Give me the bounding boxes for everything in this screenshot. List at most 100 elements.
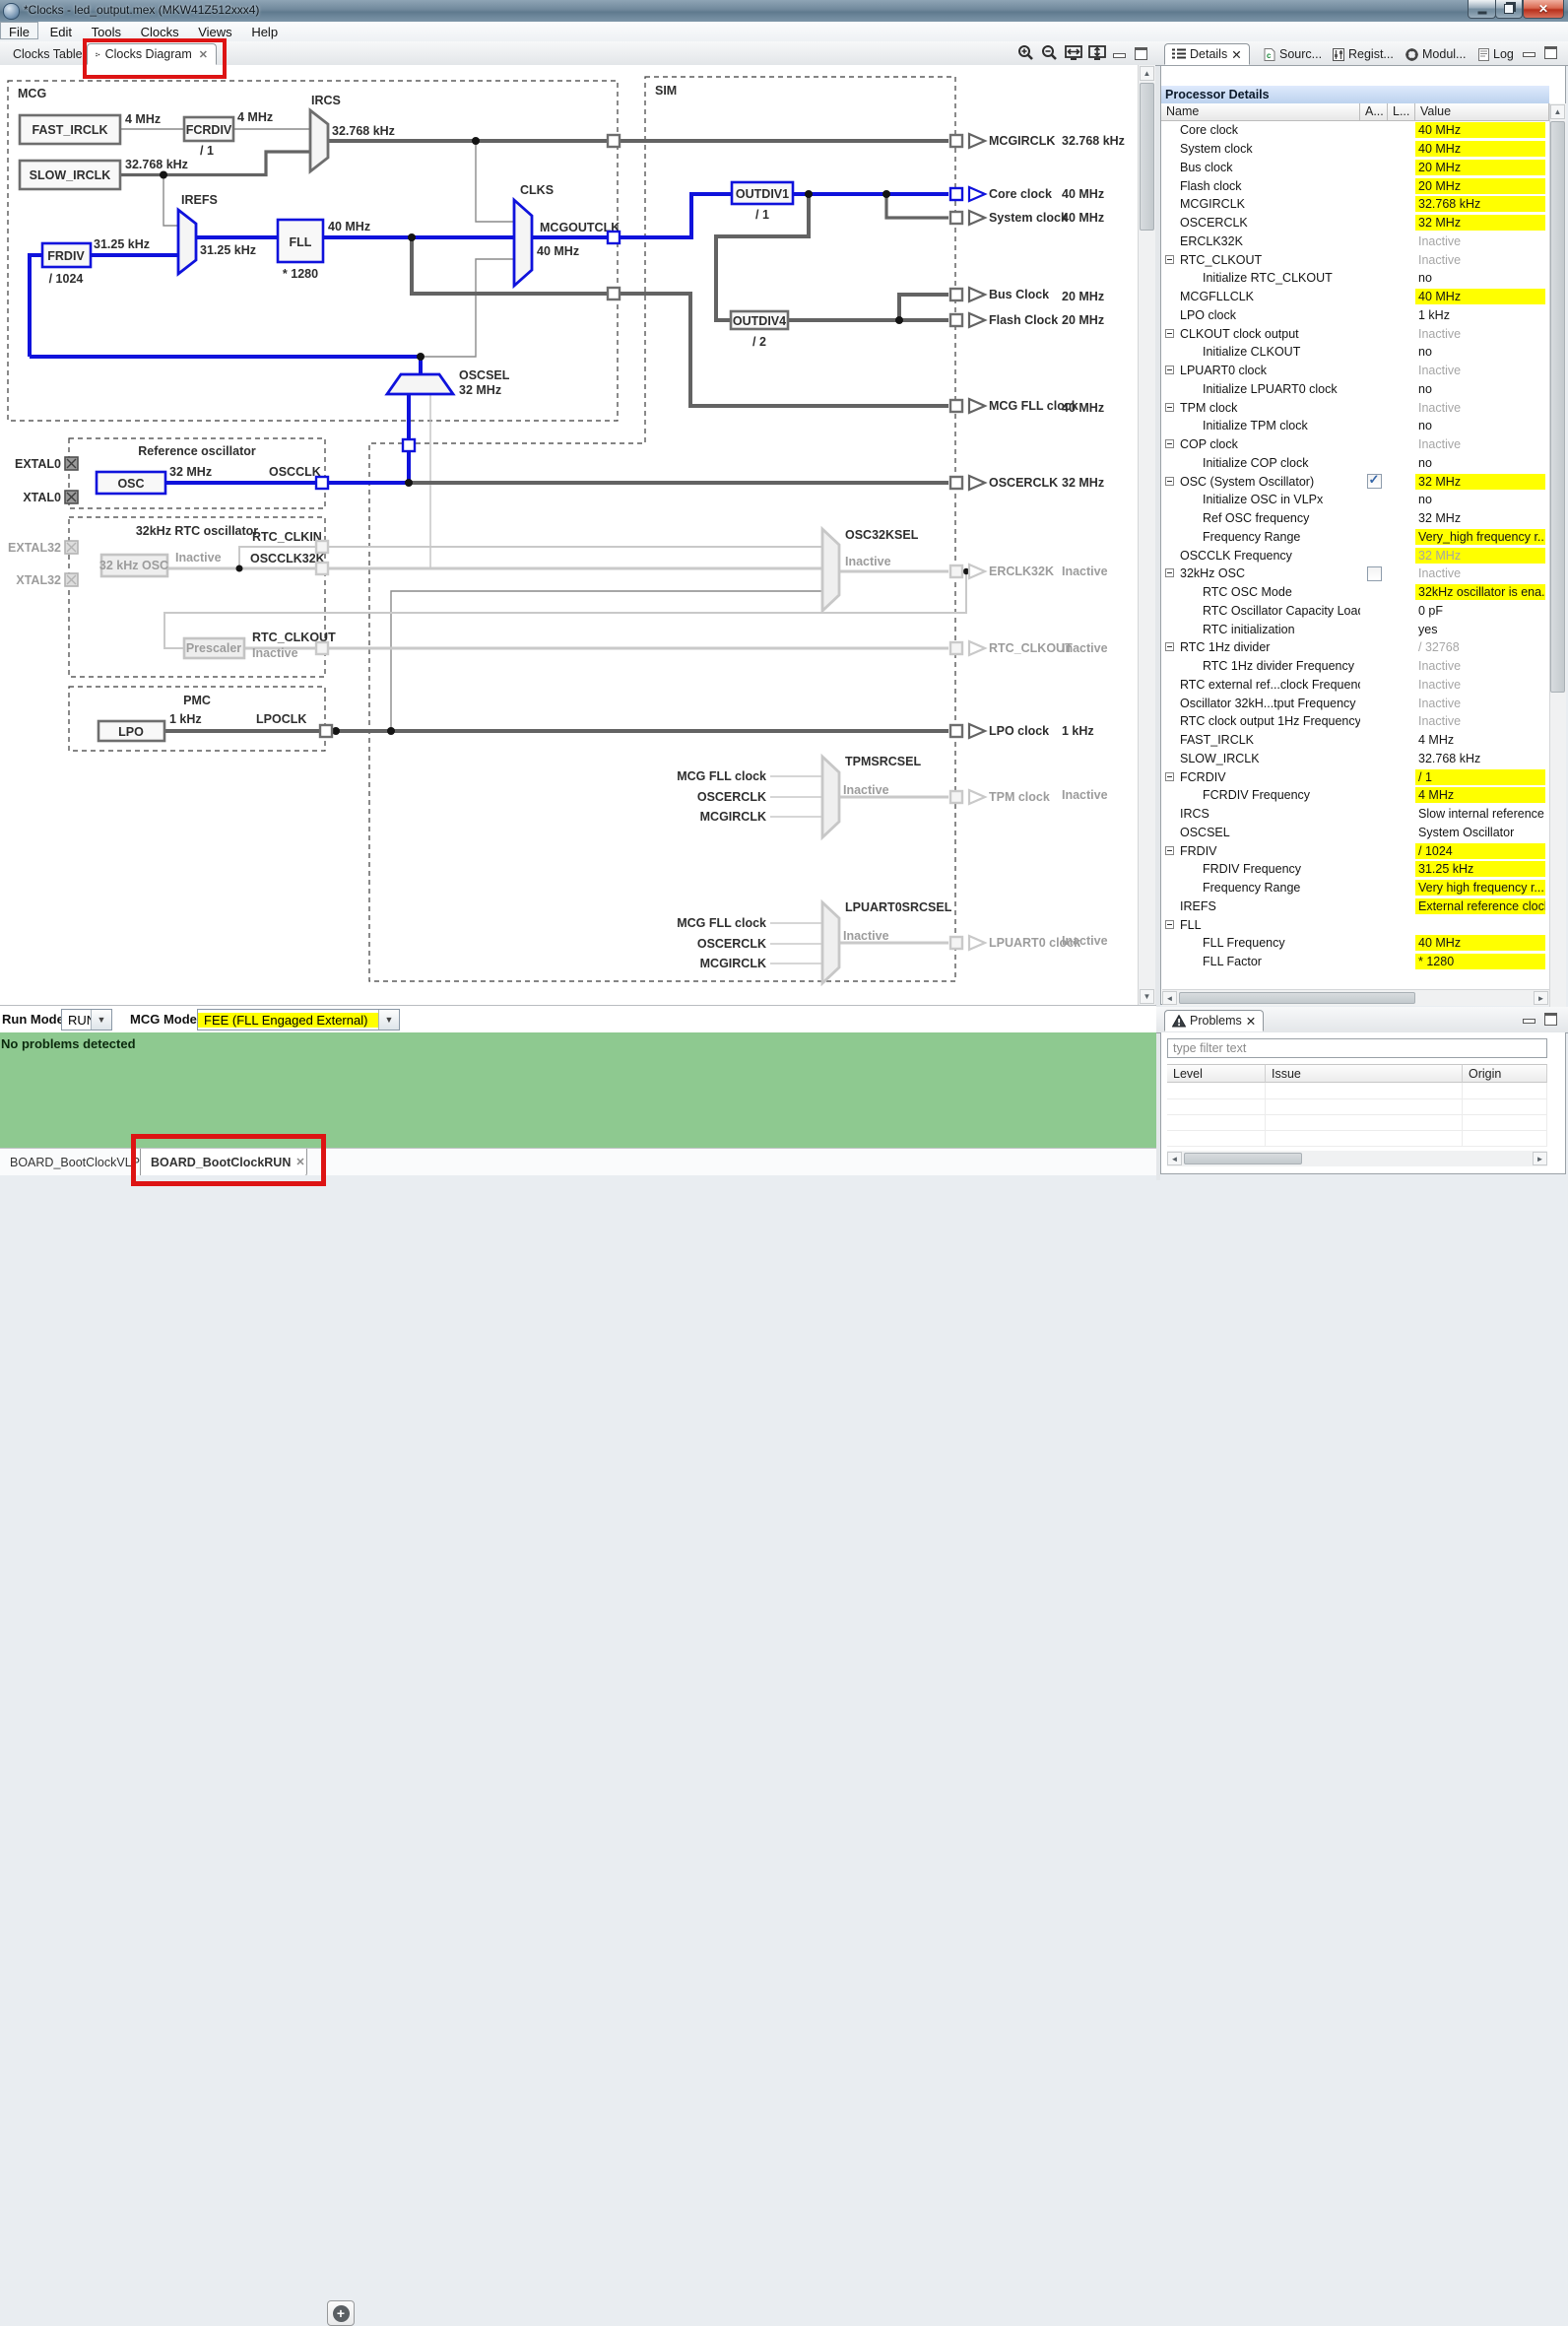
details-row[interactable]: FLL Frequency40 MHz [1161,934,1549,953]
details-row[interactable]: Initialize CLKOUTno [1161,343,1549,362]
details-vertical-scrollbar[interactable]: ▲ ▼ [1549,103,1566,1026]
clks-mux[interactable] [514,200,532,286]
details-row[interactable]: FAST_IRCLK4 MHz [1161,731,1549,750]
pins[interactable]: EXTAL0 XTAL0 EXTAL32 XTAL32 [8,457,78,587]
problems-column-issue[interactable]: Issue [1266,1064,1463,1083]
problems-column-level[interactable]: Level [1167,1064,1266,1083]
minimize-view-icon[interactable] [1523,43,1542,61]
details-row[interactable]: OSCERCLK32 MHz [1161,214,1549,233]
details-row[interactable]: MCGIRCLK32.768 kHz [1161,195,1549,214]
details-row[interactable]: Bus clock20 MHz [1161,159,1549,177]
menu-help[interactable]: Help [243,23,286,40]
tab-details[interactable]: Details ✕ [1164,43,1250,65]
fit-width-icon[interactable] [1064,44,1083,62]
tab-modules[interactable]: Modul... [1399,43,1472,65]
row-checkbox[interactable] [1367,566,1382,581]
expander-icon[interactable] [1165,329,1174,338]
details-row[interactable]: LPO clock1 kHz [1161,306,1549,325]
osc32ksel-mux[interactable] [822,529,839,611]
slow-irclk-block[interactable]: SLOW_IRCLK [20,161,120,189]
details-row[interactable]: OSCSELSystem Oscillator [1161,824,1549,842]
details-row[interactable]: Initialize TPM clockno [1161,417,1549,435]
lpo-block[interactable]: LPO [98,721,164,741]
details-row[interactable]: RTC OSC Mode32kHz oscillator is ena... [1161,583,1549,602]
details-row[interactable]: Initialize COP clockno [1161,454,1549,473]
details-row[interactable]: FRDIV/ 1024 [1161,841,1549,860]
column-header-a[interactable]: A... [1360,103,1388,121]
fcrdiv-block[interactable]: FCRDIV / 1 [184,117,233,158]
details-rows[interactable]: Core clock40 MHzSystem clock40 MHzBus cl… [1161,121,1549,971]
fast-irclk-block[interactable]: FAST_IRCLK [20,115,120,144]
close-button[interactable]: ✕ [1523,0,1564,19]
details-row[interactable]: RTC 1Hz divider/ 32768 [1161,638,1549,657]
tab-bootclockvlpr[interactable]: BOARD_BootClockVLPR [0,1149,138,1176]
minimize-view-icon[interactable] [1113,44,1133,62]
details-row[interactable]: CLKOUT clock outputInactive [1161,324,1549,343]
details-row[interactable]: System clock40 MHz [1161,140,1549,159]
clocks-diagram-canvas[interactable]: MCG SIM Reference oscillator 32kHz RTC o… [0,65,1138,1005]
tab-clocks-table[interactable]: Clocks Table [0,43,87,65]
details-row[interactable]: FLL [1161,915,1549,934]
expander-icon[interactable] [1165,366,1174,374]
run-mode-select[interactable]: RUN ▼ [61,1009,112,1030]
details-row[interactable]: FCRDIV/ 1 [1161,767,1549,786]
irefs-mux[interactable] [178,210,196,274]
lpuart0srcsel-mux[interactable] [822,902,839,983]
outdiv1-block[interactable]: OUTDIV1 / 1 [732,182,793,222]
tab-registers[interactable]: Regist... [1326,43,1401,65]
osc32k-block[interactable]: 32 kHz OSC [99,555,168,576]
details-horizontal-scrollbar[interactable]: ◄ ► [1162,989,1549,1006]
expander-icon[interactable] [1165,846,1174,855]
column-header-value[interactable]: Value [1415,103,1549,121]
row-checkbox[interactable] [1367,474,1382,489]
zoom-out-icon[interactable] [1040,44,1060,62]
menu-edit[interactable]: Edit [42,23,80,40]
details-row[interactable]: Oscillator 32kH...tput FrequencyInactive [1161,694,1549,712]
details-row[interactable]: FCRDIV Frequency4 MHz [1161,786,1549,805]
details-row[interactable]: RTC Oscillator Capacity Load0 pF [1161,602,1549,621]
maximize-view-icon[interactable] [1544,1010,1564,1028]
problems-column-origin[interactable]: Origin [1463,1064,1547,1083]
details-row[interactable]: SLOW_IRCLK32.768 kHz [1161,750,1549,768]
fll-block[interactable]: FLL * 1280 [278,220,323,281]
details-row[interactable]: RTC external ref...clock FrequencyInacti… [1161,676,1549,695]
outdiv4-block[interactable]: OUTDIV4 / 2 [731,311,788,349]
details-row[interactable]: MCGFLLCLK40 MHz [1161,288,1549,306]
details-row[interactable]: Ref OSC frequency32 MHz [1161,509,1549,528]
tab-sources[interactable]: c Sourc... [1257,43,1329,65]
details-row[interactable]: 32kHz OSCInactive [1161,565,1549,583]
details-row[interactable]: OSC (System Oscillator)32 MHz [1161,472,1549,491]
details-row[interactable]: IREFSExternal reference clock [1161,897,1549,916]
ircs-mux[interactable] [310,110,328,171]
details-row[interactable]: Flash clock20 MHz [1161,176,1549,195]
osc-block[interactable]: OSC [97,472,165,494]
prescaler-block[interactable]: Prescaler [184,638,244,658]
expander-icon[interactable] [1165,439,1174,448]
menu-file[interactable]: File [0,22,38,39]
expander-icon[interactable] [1165,920,1174,929]
details-row[interactable]: OSCCLK Frequency32 MHz [1161,546,1549,565]
tab-close-icon[interactable]: ✕ [1246,1014,1256,1029]
details-row[interactable]: IRCSSlow internal reference [1161,805,1549,824]
frdiv-block[interactable]: FRDIV / 1024 [42,243,91,286]
details-row[interactable]: FRDIV Frequency31.25 kHz [1161,860,1549,879]
add-configuration-button[interactable]: + [327,2300,355,2326]
details-row[interactable]: RTC initializationyes [1161,620,1549,638]
minimize-view-icon[interactable] [1523,1010,1542,1028]
details-row[interactable]: Initialize LPUART0 clockno [1161,380,1549,399]
mcg-mode-select[interactable]: FEE (FLL Engaged External) ▼ [197,1009,400,1030]
details-row[interactable]: Initialize OSC in VLPxno [1161,491,1549,509]
fit-height-icon[interactable] [1087,44,1107,62]
details-row[interactable]: Frequency RangeVery high frequency r... [1161,879,1549,897]
minimize-button[interactable] [1468,0,1496,19]
restore-button[interactable] [1495,0,1523,19]
problems-horizontal-scrollbar[interactable]: ◄ ► [1167,1151,1547,1166]
tab-close-icon[interactable]: ✕ [1231,47,1241,62]
details-row[interactable]: ERCLK32KInactive [1161,233,1549,251]
details-row[interactable]: RTC clock output 1Hz FrequencyInactive [1161,712,1549,731]
details-row[interactable]: RTC_CLKOUTInactive [1161,250,1549,269]
expander-icon[interactable] [1165,642,1174,651]
expander-icon[interactable] [1165,477,1174,486]
details-row[interactable]: LPUART0 clockInactive [1161,362,1549,380]
column-header-name[interactable]: Name [1161,103,1360,121]
